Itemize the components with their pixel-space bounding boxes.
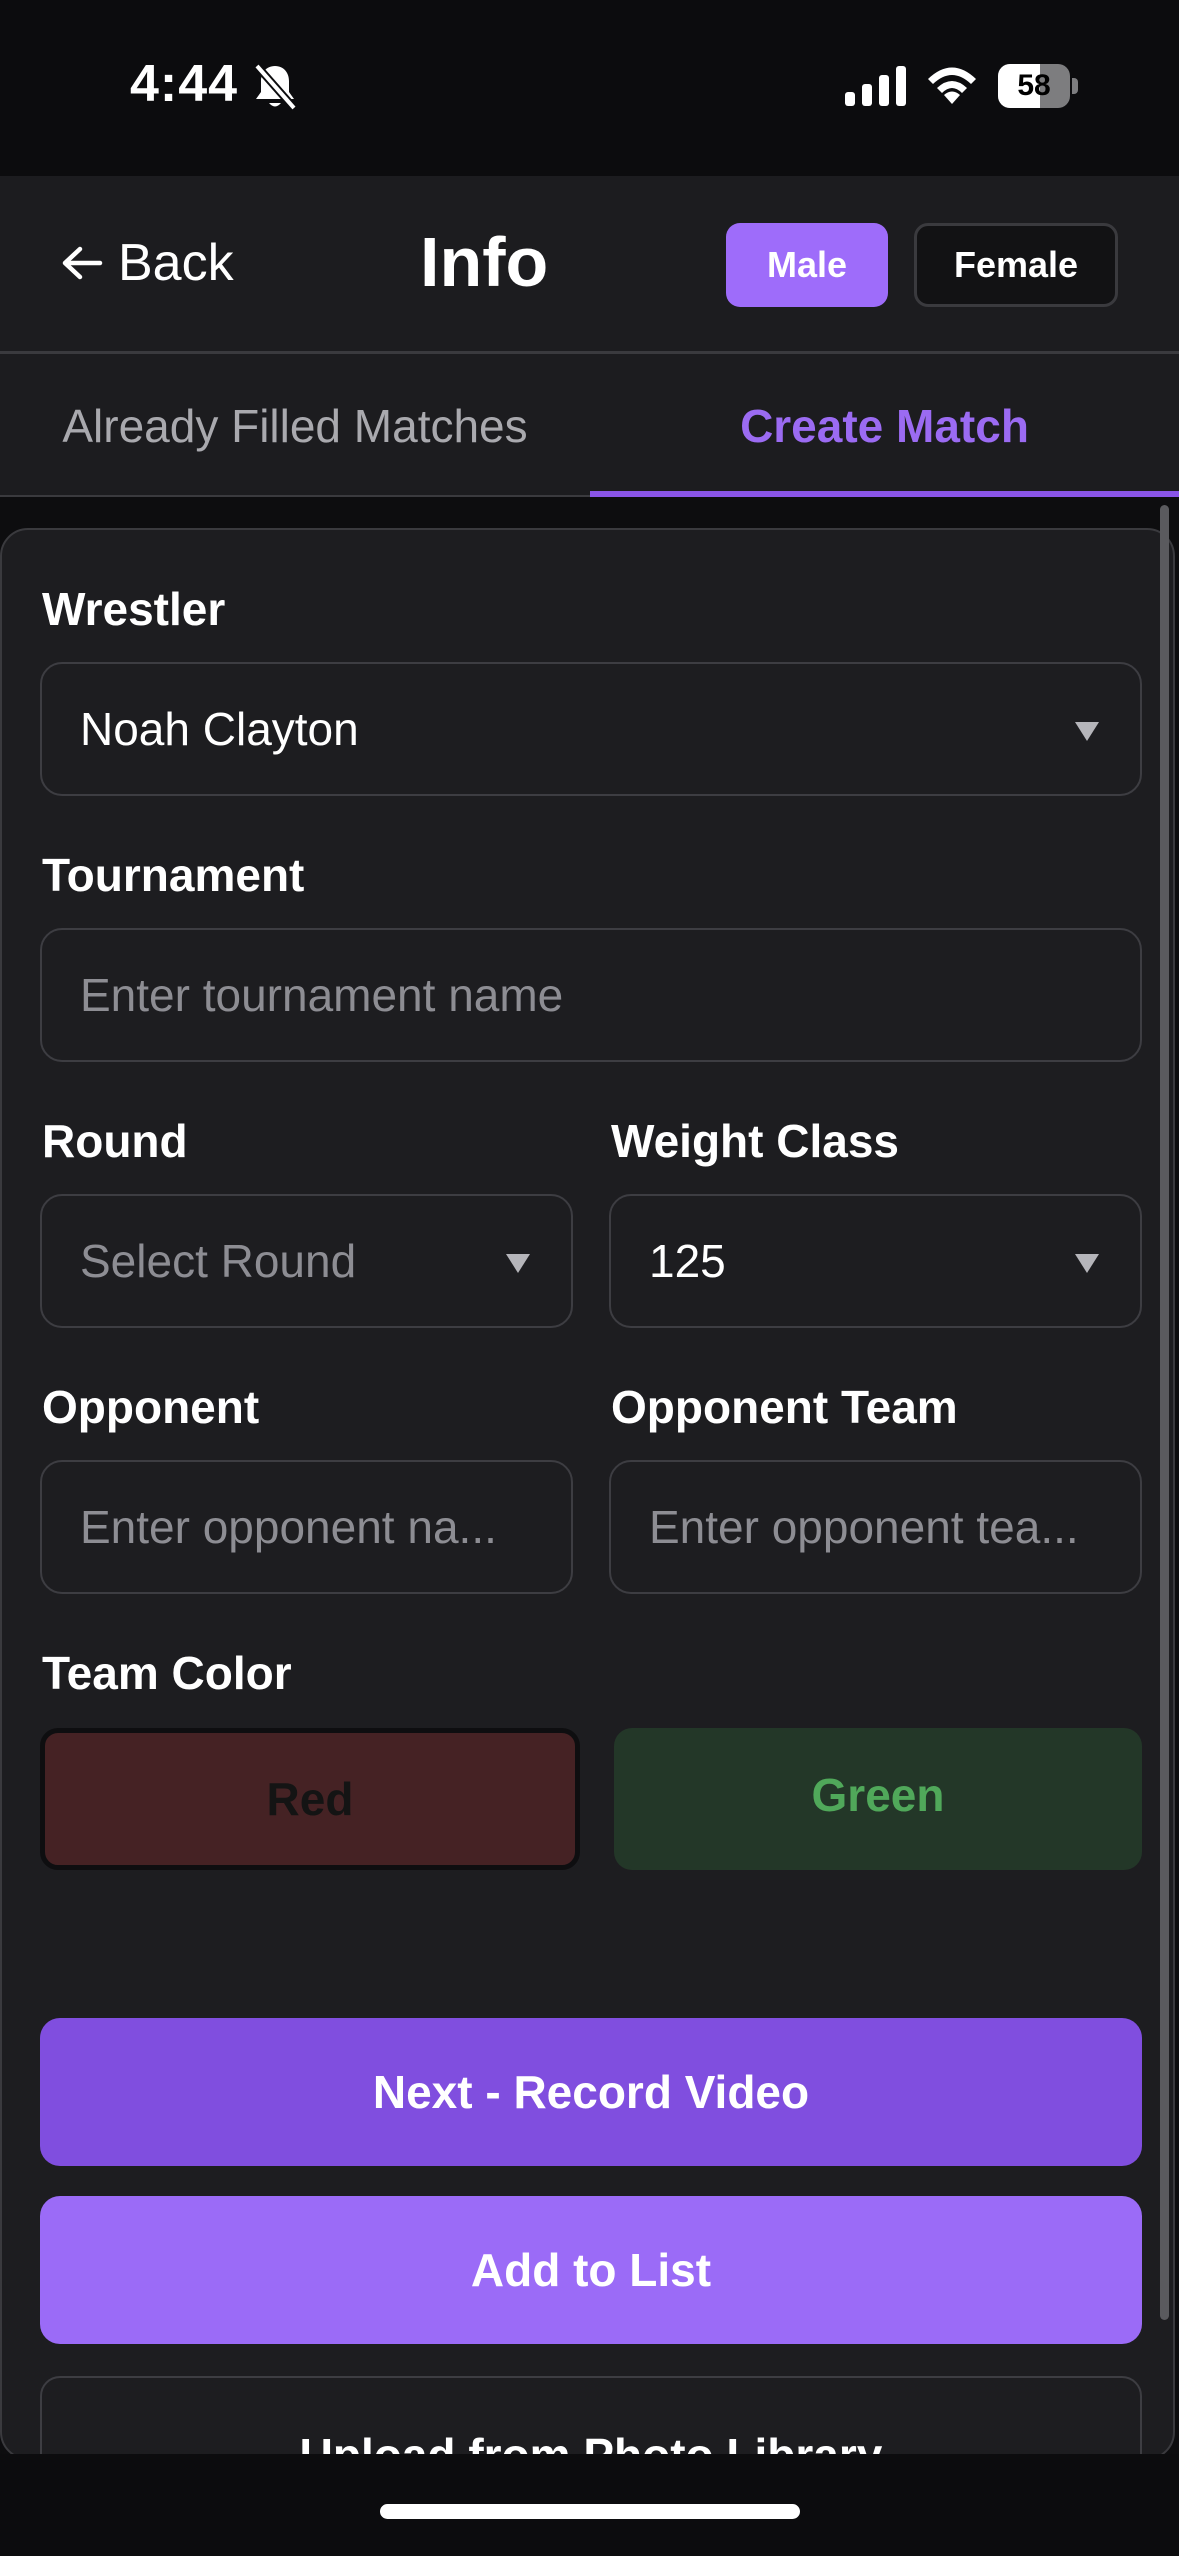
team-color-green-button[interactable]: Green: [614, 1728, 1142, 1870]
chevron-down-icon: [1075, 1254, 1099, 1273]
battery-icon: 58: [998, 64, 1078, 108]
screen: 4:44 58 Back Info Male Female Already Fi…: [0, 0, 1179, 2556]
tab-already-filled-matches[interactable]: Already Filled Matches: [0, 354, 590, 497]
bell-muted-icon: [253, 63, 298, 111]
battery-cap: [1072, 78, 1078, 94]
tournament-placeholder: Enter tournament name: [80, 969, 564, 1021]
opponent-label: Opponent: [42, 1381, 260, 1433]
upload-from-photo-library-button[interactable]: Upload from Photo Library: [40, 2376, 1142, 2458]
battery-body: 58: [998, 64, 1070, 108]
weight-class-select[interactable]: 125: [609, 1194, 1142, 1328]
arrow-left-icon: [62, 246, 103, 280]
scrollbar[interactable]: [1160, 505, 1169, 2320]
status-bar: 4:44 58: [0, 0, 1179, 176]
tournament-label: Tournament: [42, 849, 305, 901]
cellular-signal-icon: [845, 66, 906, 106]
bottom-bar: [0, 2454, 1179, 2556]
tab-create-match[interactable]: Create Match: [590, 354, 1179, 497]
weight-class-value: 125: [649, 1235, 726, 1287]
chevron-down-icon: [506, 1254, 530, 1273]
chevron-down-icon: [1075, 722, 1099, 741]
round-select[interactable]: Select Round: [40, 1194, 573, 1328]
home-indicator[interactable]: [380, 2504, 800, 2519]
active-tab-indicator: [590, 491, 1179, 497]
back-button[interactable]: Back: [60, 228, 234, 298]
tab-bar: Already Filled Matches Create Match: [0, 354, 1179, 497]
page-title: Info: [420, 223, 549, 301]
opponent-placeholder: Enter opponent na...: [80, 1501, 497, 1553]
round-label: Round: [42, 1115, 188, 1167]
add-to-list-button[interactable]: Add to List: [40, 2196, 1142, 2344]
opponent-team-input[interactable]: Enter opponent tea...: [609, 1460, 1142, 1594]
gender-male-button[interactable]: Male: [726, 223, 888, 307]
battery-level: 58: [1017, 69, 1051, 102]
tournament-input[interactable]: Enter tournament name: [40, 928, 1142, 1062]
round-placeholder: Select Round: [80, 1235, 357, 1287]
back-label: Back: [118, 234, 234, 292]
create-match-form: Wrestler Noah Clayton Tournament Enter t…: [0, 528, 1175, 2460]
team-color-label: Team Color: [42, 1647, 292, 1699]
weight-class-label: Weight Class: [611, 1115, 899, 1167]
gender-female-button[interactable]: Female: [914, 223, 1118, 307]
wrestler-value: Noah Clayton: [80, 703, 359, 755]
wrestler-select[interactable]: Noah Clayton: [40, 662, 1142, 796]
status-time: 4:44: [130, 55, 239, 113]
opponent-input[interactable]: Enter opponent na...: [40, 1460, 573, 1594]
wifi-icon: [928, 67, 976, 104]
opponent-team-placeholder: Enter opponent tea...: [649, 1501, 1079, 1553]
team-color-red-button[interactable]: Red: [40, 1728, 580, 1870]
wrestler-label: Wrestler: [42, 583, 226, 635]
header: Back Info Male Female: [0, 176, 1179, 354]
opponent-team-label: Opponent Team: [611, 1381, 958, 1433]
next-record-video-button[interactable]: Next - Record Video: [40, 2018, 1142, 2166]
